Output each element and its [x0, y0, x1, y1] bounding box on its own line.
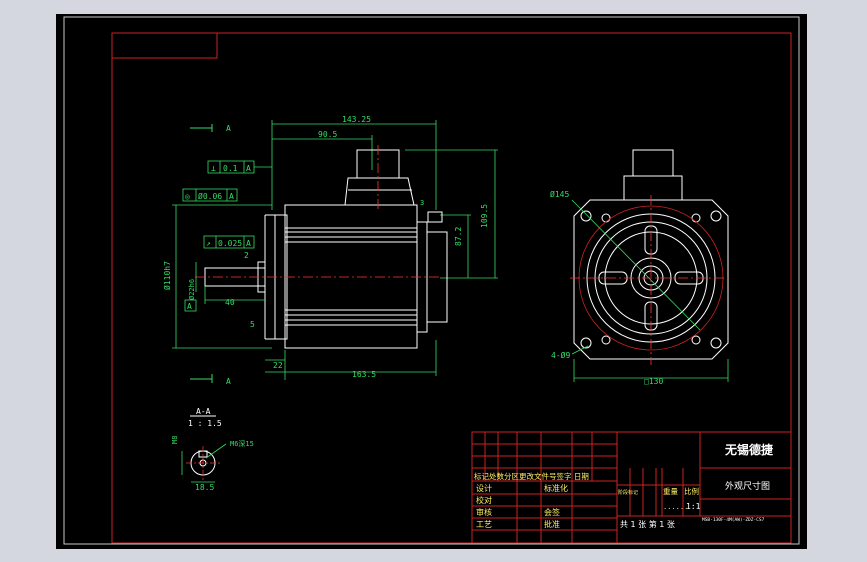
- section-arrow-bottom: [190, 374, 213, 383]
- tol-runout-value: 0.025: [218, 239, 242, 248]
- title-countersign: 会签: [544, 507, 560, 517]
- title-approve: 批准: [544, 519, 560, 529]
- tol-runout-symbol: ↗: [206, 239, 211, 248]
- dim-top-offset: 90.5: [318, 130, 337, 139]
- title-drawing-name: 外观尺寸图: [725, 480, 770, 492]
- drawing-frame: [111, 32, 792, 544]
- motor-body: [204, 149, 448, 349]
- outer-border: [63, 16, 800, 545]
- drawing-canvas: A A 143.25 90.5 109.5 87.2 Ø110h7 Ø22h6 …: [56, 14, 807, 549]
- title-stage-labels: 阶段标记: [618, 489, 638, 496]
- section-aa: A-A 1 : 1.5 M8 M6深15 18.5: [171, 407, 254, 492]
- tol-conc-datum: A: [229, 192, 234, 201]
- section-width: M8: [171, 436, 179, 444]
- datum-label: A: [187, 302, 192, 311]
- dim-small-5: 5: [250, 320, 255, 329]
- dim-total-length: 143.25: [342, 115, 371, 124]
- tol-conc-value: Ø0.06: [198, 191, 222, 201]
- section-arrow-top: [190, 124, 213, 132]
- title-weight-label: 重量: [663, 487, 678, 496]
- dim-small-3: 3: [420, 199, 424, 207]
- dim-body-length: 163.5: [352, 370, 376, 379]
- section-scale: 1 : 1.5: [188, 419, 222, 428]
- dim-height-total: 109.5: [480, 204, 489, 228]
- title-revision-header: 标记处数分区更改文件号签字 日期: [474, 471, 589, 481]
- title-sheet-info: 共 1 张 第 1 张: [620, 519, 675, 529]
- front-view: Ø145 4-Ø9 □130: [550, 149, 732, 386]
- title-block: 无锡德捷 外观尺寸图 标记处数分区更改文件号签字 日期 阶段标记 重量 比例 .…: [471, 431, 792, 544]
- title-standardize: 标准化: [544, 483, 568, 493]
- title-company: 无锡德捷: [724, 442, 774, 457]
- title-review: 审核: [476, 507, 492, 517]
- tol-conc-symbol: ◎: [185, 192, 190, 201]
- front-square: □130: [644, 377, 663, 386]
- title-process: 工艺: [476, 520, 492, 529]
- title-model-code: MSB-130F-4M(AW)-ZDZ-CS7: [702, 517, 765, 523]
- title-scale-label: 比例: [684, 486, 699, 496]
- dim-lines-left: [172, 204, 437, 380]
- front-pcd: Ø145: [550, 189, 569, 199]
- section-thread: M6深15: [230, 439, 254, 448]
- dim-shaft-dia: Ø22h6: [188, 279, 196, 300]
- dim-pilot-dia: Ø110h7: [162, 261, 172, 290]
- tol-perp-symbol: ⊥: [211, 164, 216, 173]
- dim-shaft-len: 40: [225, 298, 235, 307]
- dim-flange: 22: [273, 361, 283, 370]
- side-view: A A 143.25 90.5 109.5 87.2 Ø110h7 Ø22h6 …: [162, 115, 498, 386]
- section-mark-top: A: [226, 124, 231, 133]
- section-key: 18.5: [195, 483, 214, 492]
- tol-runout-datum: A: [246, 239, 251, 248]
- tol-perp-datum: A: [246, 164, 251, 173]
- tol-perp-value: 0.1: [223, 164, 238, 173]
- dim-small-2: 2: [244, 251, 249, 260]
- dim-height-partial: 87.2: [454, 227, 463, 246]
- cad-drawing: A A 143.25 90.5 109.5 87.2 Ø110h7 Ø22h6 …: [63, 16, 800, 545]
- title-dots: ......: [663, 503, 688, 511]
- dim-lines-top: [271, 120, 437, 210]
- front-holes: 4-Ø9: [551, 350, 570, 360]
- title-proofread: 校对: [476, 495, 492, 505]
- title-scale-value: 1:1: [686, 502, 701, 511]
- section-mark-bottom: A: [226, 377, 231, 386]
- section-title: A-A: [196, 407, 211, 416]
- dim-lines-front: [571, 199, 729, 382]
- title-design: 设计: [476, 483, 492, 493]
- corner-tag-box: [111, 32, 218, 59]
